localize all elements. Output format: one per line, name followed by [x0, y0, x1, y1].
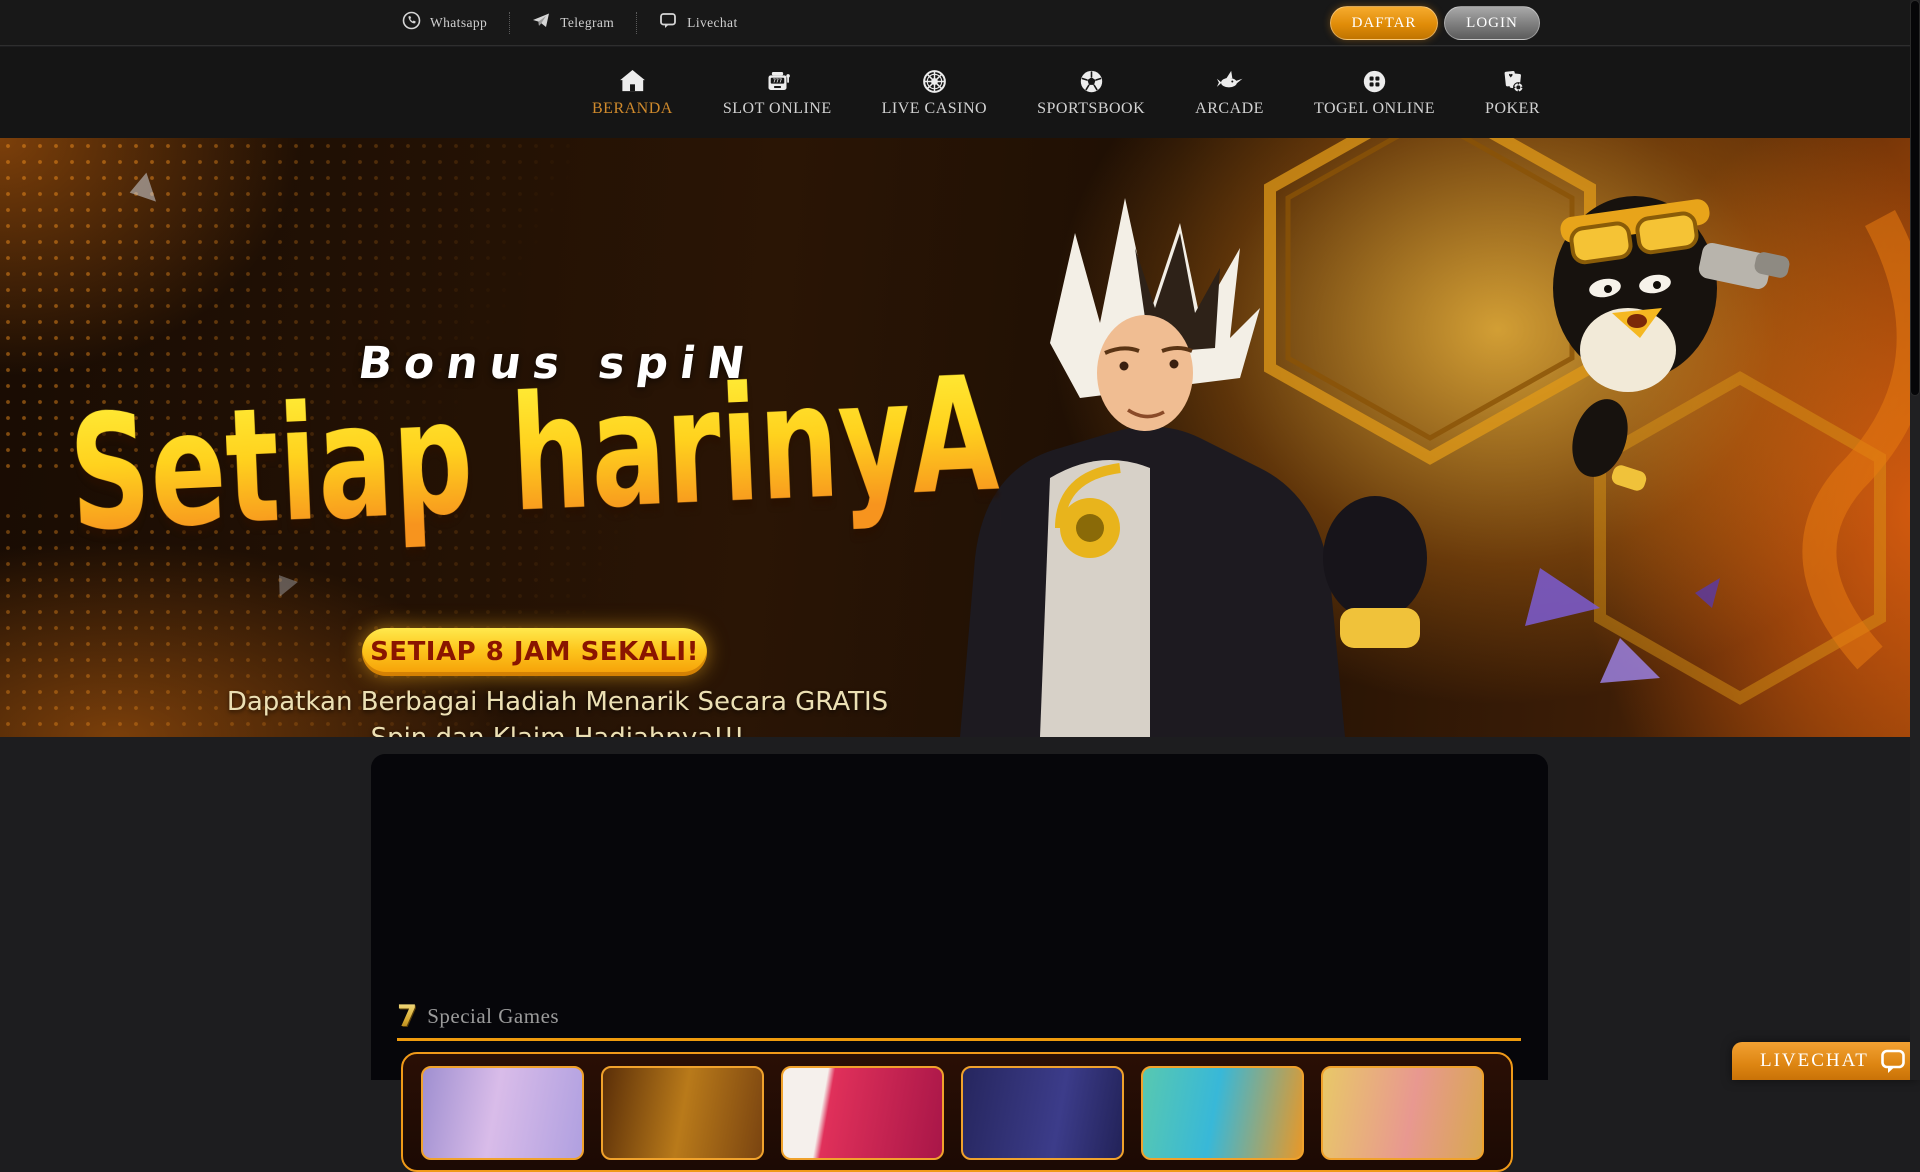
whatsapp-link[interactable]: Whatsapp — [380, 11, 509, 35]
nav-label: BERANDA — [592, 99, 673, 117]
banner-badge: SETIAP 8 JAM SEKALI! — [362, 628, 707, 676]
number-grid-icon — [1361, 68, 1388, 95]
nav-label: LIVE CASINO — [881, 99, 988, 117]
nav-item-beranda[interactable]: BERANDA — [592, 68, 673, 118]
nav-item-arcade[interactable]: ARCADE — [1195, 68, 1264, 118]
game-card-4[interactable] — [961, 1066, 1124, 1160]
topbar-container: Whatsapp Telegram Livechat DAFTAR LOGIN — [380, 0, 1540, 46]
banner-character-art — [960, 138, 1920, 737]
slot-machine-icon: 777 — [764, 68, 791, 95]
roulette-icon — [921, 68, 948, 95]
content-panel: 7 Special Games — [371, 754, 1548, 1172]
nav-label: SPORTSBOOK — [1037, 99, 1146, 117]
fish-icon — [1216, 68, 1243, 95]
game-card-6[interactable] — [1321, 1066, 1484, 1160]
glass-shard — [272, 575, 298, 601]
halftone-dots-bottom — [0, 508, 760, 737]
livechat-label: Livechat — [687, 15, 738, 30]
banner-title-small: Bonus spiN — [355, 338, 760, 389]
nav-item-live-casino[interactable]: LIVE CASINO — [882, 68, 988, 118]
chat-bubble-icon — [1881, 1049, 1905, 1073]
game-card-3[interactable] — [781, 1066, 944, 1160]
soccer-ball-icon — [1078, 68, 1105, 95]
svg-text:777: 777 — [773, 78, 782, 84]
halftone-dots-top — [0, 138, 640, 468]
svg-text:♥: ♥ — [1508, 73, 1513, 79]
banner-subtitle: Dapatkan Berbagai Hadiah Menarik Secara … — [0, 684, 1115, 737]
whatsapp-icon — [402, 11, 421, 35]
promo-banner[interactable]: Bonus spiN Setiap harinyA SETIAP 8 JAM S… — [0, 138, 1920, 737]
livechat-icon — [659, 11, 678, 35]
special-games-panel — [401, 1052, 1513, 1172]
game-card-5[interactable] — [1141, 1066, 1304, 1160]
banner-subtitle-line1: Dapatkan Berbagai Hadiah Menarik Secara … — [226, 687, 889, 717]
telegram-icon — [532, 11, 551, 35]
game-card-1[interactable] — [421, 1066, 584, 1160]
navbar-container: BERANDA 777 SLOT ONLINE LIVE CASINO SPOR… — [380, 47, 1540, 138]
livechat-link[interactable]: Livechat — [636, 12, 759, 34]
login-button[interactable]: LOGIN — [1444, 6, 1540, 40]
special-games-underline — [397, 1038, 1521, 1041]
seven-icon: 7 — [397, 999, 418, 1033]
contact-links: Whatsapp Telegram Livechat — [380, 0, 760, 46]
scrollbar-track[interactable] — [1910, 0, 1920, 1080]
glass-shard — [129, 172, 167, 210]
topbar: Whatsapp Telegram Livechat DAFTAR LOGIN — [0, 0, 1920, 46]
special-games-title: Special Games — [427, 1004, 560, 1028]
banner-copy: Bonus spiN Setiap harinyA SETIAP 8 JAM S… — [0, 138, 1115, 737]
scrollbar-thumb[interactable] — [1910, 0, 1920, 396]
special-games-header: 7 Special Games — [397, 1002, 559, 1031]
telegram-label: Telegram — [560, 15, 615, 30]
nav-item-slot-online[interactable]: 777 SLOT ONLINE — [723, 68, 832, 118]
whatsapp-label: Whatsapp — [430, 15, 488, 30]
nav-item-sportsbook[interactable]: SPORTSBOOK — [1037, 68, 1145, 118]
nav-label: SLOT ONLINE — [722, 99, 832, 117]
livechat-widget-button[interactable]: LIVECHAT — [1732, 1042, 1918, 1080]
banner-subtitle-line2: Spin dan Klaim Hadiahnya!!! — [0, 720, 1115, 737]
banner-title-big: Setiap harinyA — [65, 343, 1002, 568]
daftar-button[interactable]: DAFTAR — [1330, 6, 1438, 40]
poker-cards-icon: ♥ — [1499, 68, 1526, 95]
telegram-link[interactable]: Telegram — [509, 12, 636, 34]
auth-buttons: DAFTAR LOGIN — [1330, 6, 1540, 40]
main-navbar: BERANDA 777 SLOT ONLINE LIVE CASINO SPOR… — [0, 47, 1920, 138]
nav-label: ARCADE — [1195, 99, 1264, 117]
nav-item-poker[interactable]: ♥ POKER — [1485, 68, 1540, 118]
home-icon — [619, 68, 646, 95]
nav-label: POKER — [1485, 99, 1540, 117]
livechat-widget-label: LIVECHAT — [1760, 1050, 1869, 1071]
game-card-2[interactable] — [601, 1066, 764, 1160]
nav-label: TOGEL ONLINE — [1313, 99, 1436, 117]
nav-item-togel-online[interactable]: TOGEL ONLINE — [1314, 68, 1435, 118]
